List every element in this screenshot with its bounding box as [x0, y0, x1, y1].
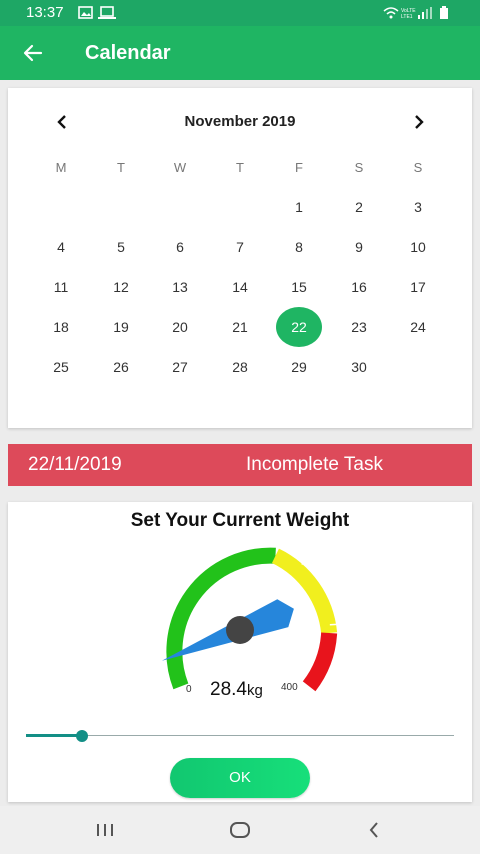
status-left-icons [78, 6, 120, 25]
weekday-label: W [173, 160, 187, 175]
home-button[interactable] [220, 816, 260, 844]
calendar-card: November 2019 MTWTFSS 1 2 3 4 5 6 7 8 9 10 11 12 13 1… [8, 88, 472, 428]
calendar-day[interactable]: 14 [220, 272, 260, 302]
weekday-label: T [236, 160, 244, 175]
calendar-day[interactable]: 7 [220, 232, 260, 262]
calendar-day-selected[interactable]: 22 [279, 312, 319, 342]
chevron-right-icon [415, 115, 424, 129]
weekday-label: S [413, 160, 423, 175]
lte-signal-icon: VoLTE LTE1 [401, 7, 432, 20]
calendar-day[interactable]: 26 [101, 352, 141, 382]
slider-track [26, 735, 454, 736]
calendar-day[interactable]: 27 [160, 352, 200, 382]
page-title: Calendar [85, 42, 171, 64]
weight-slider[interactable] [26, 728, 454, 744]
calendar-day[interactable]: 25 [41, 352, 81, 382]
calendar-day[interactable]: 4 [41, 232, 81, 262]
calendar-day[interactable]: 28 [220, 352, 260, 382]
month-label: November 2019 [184, 113, 296, 130]
gauge-max-label: 400 [281, 682, 298, 693]
app-bar: Calendar [0, 26, 480, 80]
calendar-day[interactable]: 1 [279, 192, 319, 222]
task-date: 22/11/2019 [28, 454, 122, 475]
calendar-day[interactable]: 17 [398, 272, 438, 302]
back-icon [369, 822, 378, 838]
calendar-day[interactable]: 13 [160, 272, 200, 302]
calendar-day[interactable]: 30 [339, 352, 379, 382]
arrow-left-icon [23, 44, 43, 62]
task-status: Incomplete Task [246, 454, 383, 475]
weekday-label: M [55, 160, 67, 175]
image-icon [78, 6, 93, 19]
system-nav-bar [0, 806, 480, 854]
battery-icon [440, 6, 448, 19]
weekday-label: S [354, 160, 364, 175]
gauge-zone-red [302, 632, 338, 692]
ok-button[interactable]: OK [170, 758, 310, 798]
weight-card: Set Your Current Weight 0 28.4kg 400 OK [8, 502, 472, 802]
calendar-day[interactable]: 11 [41, 272, 81, 302]
calendar-day[interactable]: 10 [398, 232, 438, 262]
recent-apps-button[interactable] [85, 816, 125, 844]
status-right-icons: VoLTE LTE1 [382, 6, 454, 25]
gauge-tick [301, 555, 311, 566]
calendar-day[interactable]: 8 [279, 232, 319, 262]
gauge-tick [138, 623, 151, 626]
calendar-day[interactable]: 12 [101, 272, 141, 302]
calendar-day[interactable]: 19 [101, 312, 141, 342]
status-bar: 13:37 VoLTE LTE1 [0, 0, 480, 26]
home-icon [230, 822, 250, 838]
weight-unit: kg [246, 682, 263, 699]
slider-fill [26, 734, 82, 737]
slider-thumb[interactable] [75, 730, 88, 742]
system-back-button[interactable] [354, 816, 394, 844]
weekday-label: F [295, 160, 303, 175]
calendar-day[interactable]: 21 [220, 312, 260, 342]
gauge-tick [161, 687, 172, 697]
back-button[interactable] [18, 38, 48, 68]
gauge-hub [226, 616, 254, 644]
calendar-day[interactable]: 5 [101, 232, 141, 262]
calendar-day[interactable]: 24 [398, 312, 438, 342]
gauge-tick [329, 623, 342, 626]
calendar-day[interactable]: 20 [160, 312, 200, 342]
calendar-day[interactable]: 9 [339, 232, 379, 262]
weekday-label: T [117, 160, 125, 175]
gauge-tick [169, 555, 179, 566]
calendar-day[interactable]: 29 [279, 352, 319, 382]
wifi-icon [383, 7, 399, 19]
laptop-icon [98, 6, 116, 19]
weight-value: 28.4kg [210, 679, 263, 701]
calendar-day[interactable]: 2 [339, 192, 379, 222]
calendar-day[interactable]: 6 [160, 232, 200, 262]
svg-text:LTE1: LTE1 [401, 14, 413, 20]
calendar-day[interactable]: 15 [279, 272, 319, 302]
calendar-day[interactable]: 16 [339, 272, 379, 302]
weight-value-number: 28.4 [210, 679, 247, 700]
gauge-min-label: 0 [186, 684, 192, 695]
recent-apps-icon [97, 824, 113, 836]
calendar-day[interactable]: 23 [339, 312, 379, 342]
calendar-day[interactable]: 3 [398, 192, 438, 222]
calendar-day[interactable]: 18 [41, 312, 81, 342]
next-month-button[interactable] [407, 110, 431, 134]
status-time: 13:37 [26, 4, 64, 21]
task-status-banner: 22/11/2019 Incomplete Task [8, 444, 472, 486]
